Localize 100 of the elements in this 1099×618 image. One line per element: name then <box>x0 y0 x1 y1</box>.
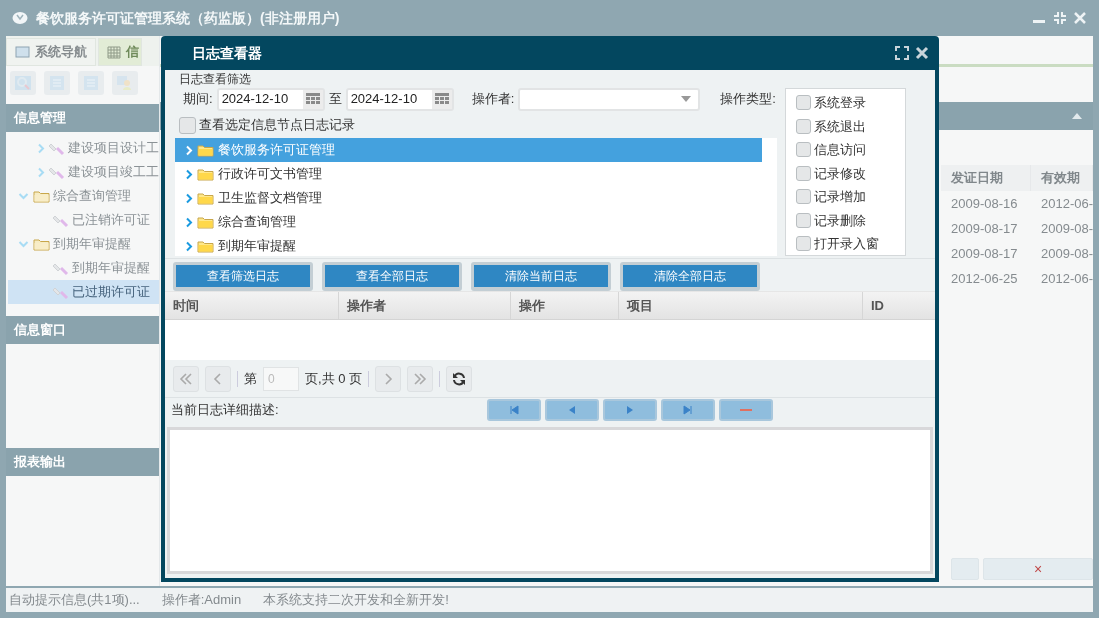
close-icon[interactable] <box>915 46 929 60</box>
checkbox-label[interactable]: 信息访问 <box>814 140 866 160</box>
column-header[interactable]: ID <box>863 292 935 319</box>
calendar-icon[interactable] <box>304 92 321 106</box>
tree-item[interactable]: 综合查询管理 <box>8 184 159 208</box>
tree-item[interactable]: 餐饮服务许可证管理 <box>175 138 762 162</box>
checkbox-label[interactable]: 系统登录 <box>814 93 866 113</box>
previous-page-button[interactable] <box>205 365 231 392</box>
action-button[interactable]: 清除全部日志 <box>623 265 757 287</box>
operator-select[interactable] <box>518 87 701 111</box>
remove-record-button[interactable] <box>719 399 773 421</box>
last-record-button[interactable] <box>661 399 715 421</box>
column-header[interactable]: 有效期 <box>1031 165 1093 191</box>
tree-item[interactable]: 建设项目设计工 <box>8 136 159 160</box>
table-cell-text: 2012-06-25 <box>950 269 1019 288</box>
date-field[interactable]: 2024-12-10 <box>216 87 325 111</box>
chevron-right-icon[interactable] <box>185 168 193 180</box>
first-record-button[interactable] <box>487 399 541 421</box>
last-page-button[interactable] <box>407 365 434 392</box>
action-button[interactable]: 清除当前日志 <box>474 265 608 287</box>
field-label: 操作类型: <box>720 90 776 109</box>
chevron-right-icon[interactable] <box>37 166 45 178</box>
app-title: 餐饮服务许可证管理系统（药监版）(非注册用户) <box>36 8 340 28</box>
section-header[interactable]: 报表输出 <box>6 448 159 476</box>
refresh-button[interactable] <box>446 365 473 392</box>
status-text: 本系统支持二次开发和全新开发! <box>263 591 449 610</box>
chevron-right-icon[interactable] <box>185 240 193 252</box>
grid-icon <box>107 45 121 59</box>
column-header[interactable]: 操作 <box>511 292 619 319</box>
action-button[interactable]: 查看全部日志 <box>325 265 459 287</box>
detail-text-area[interactable] <box>167 427 933 574</box>
section-header[interactable]: 信息管理 <box>6 104 159 132</box>
calendar-icon[interactable] <box>433 92 450 106</box>
column-header[interactable]: 操作者 <box>339 292 511 319</box>
checkbox-label[interactable]: 打开录入窗 <box>814 234 879 254</box>
monitor-icon <box>15 45 30 59</box>
column-header[interactable]: 发证日期 <box>941 165 1031 191</box>
checkbox[interactable] <box>796 118 811 134</box>
nav-tab[interactable]: 信 <box>98 38 142 66</box>
field-label: 至 <box>328 90 342 109</box>
nav-tab[interactable]: 系统导航 <box>6 38 96 66</box>
date-field[interactable]: 2024-12-10 <box>345 87 454 111</box>
tree-item[interactable]: 综合查询管理 <box>175 210 762 234</box>
table-cell-text: 2009-08- <box>1040 244 1093 263</box>
chevron-right-icon[interactable] <box>185 192 193 204</box>
checkbox[interactable] <box>796 236 811 252</box>
logo-icon <box>12 11 28 25</box>
tree-item[interactable]: 已过期许可证 <box>8 280 159 304</box>
maximize-icon[interactable] <box>894 46 909 60</box>
folder-icon <box>197 191 214 205</box>
tree-item[interactable]: 到期年审提醒 <box>8 256 159 280</box>
previous-record-button[interactable] <box>545 399 599 421</box>
footer-button[interactable] <box>951 558 979 580</box>
checkbox-label[interactable]: 记录修改 <box>814 163 866 183</box>
checkbox[interactable] <box>796 142 811 158</box>
tree-item[interactable]: 到期年审提醒 <box>8 232 159 256</box>
chevron-down-icon[interactable] <box>17 240 29 248</box>
next-page-button[interactable] <box>375 365 402 392</box>
chevron-right-icon[interactable] <box>37 142 45 154</box>
folder-icon <box>197 215 214 229</box>
collapse-icon[interactable] <box>1071 112 1083 120</box>
checkbox-label[interactable]: 记录增加 <box>814 187 866 207</box>
checkbox[interactable] <box>796 212 811 228</box>
skip-end-icon <box>682 404 694 416</box>
user-icon[interactable] <box>112 71 138 95</box>
section-header[interactable]: 信息窗口 <box>6 316 159 344</box>
checkbox[interactable] <box>796 165 811 181</box>
chevron-right-icon[interactable] <box>185 216 193 228</box>
list-icon[interactable] <box>44 71 70 95</box>
checkbox[interactable] <box>796 189 811 205</box>
column-header[interactable]: 时间 <box>165 292 339 319</box>
restore-icon[interactable] <box>1052 11 1067 25</box>
tree-item[interactable]: 已注销许可证 <box>8 208 159 232</box>
document-icon[interactable] <box>78 71 104 95</box>
table-cell-text: 2009-08-17 <box>950 219 1019 238</box>
tree-item[interactable]: 到期年审提醒 <box>175 234 762 258</box>
dialog-title: 日志查看器 <box>192 43 262 63</box>
checkbox-label[interactable]: 记录删除 <box>814 210 866 230</box>
next-record-button[interactable] <box>603 399 657 421</box>
checkbox-label[interactable]: 系统退出 <box>814 116 866 136</box>
column-header[interactable]: 项目 <box>619 292 863 319</box>
checkbox[interactable] <box>179 116 196 134</box>
action-button[interactable]: 查看筛选日志 <box>176 265 310 287</box>
first-page-button[interactable] <box>173 365 199 392</box>
page-total: 页,共 0 页 <box>305 369 363 388</box>
tree-item[interactable]: 行政许可文书管理 <box>175 162 762 186</box>
table-cell-text: 2009-08-17 <box>950 244 1019 263</box>
detail-label: 当前日志详细描述: <box>171 401 280 420</box>
search-icon[interactable] <box>10 71 36 95</box>
close-button[interactable]: × <box>983 558 1093 580</box>
status-text: 自动提示信息(共1项)... <box>9 591 140 610</box>
field-label: 期间: <box>183 90 213 109</box>
skip-start-icon <box>508 404 520 416</box>
folder-icon <box>197 143 214 157</box>
checkbox[interactable] <box>796 95 811 111</box>
tree-item[interactable]: 卫生监督文档管理 <box>175 186 762 210</box>
checkbox-label[interactable]: 查看选定信息节点日志记录 <box>199 115 356 135</box>
tree-item[interactable]: 建设项目竣工工 <box>8 160 159 184</box>
double-chevron-left-icon <box>178 370 194 387</box>
chevron-down-icon[interactable] <box>17 192 29 200</box>
